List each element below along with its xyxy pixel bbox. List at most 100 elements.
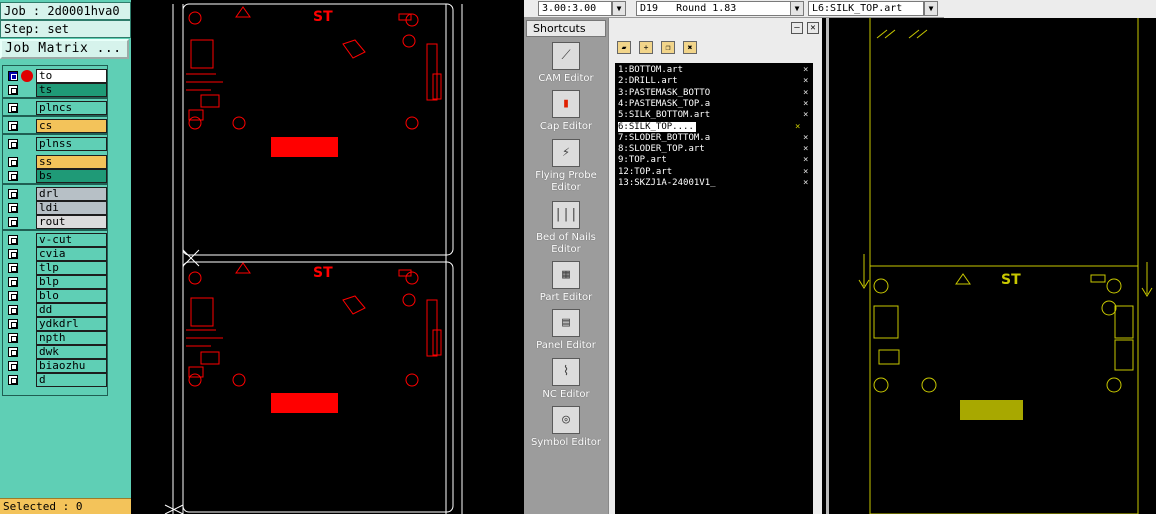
layer-row-biaozhu[interactable]: biaozhu — [4, 359, 107, 373]
delete-layer-icon[interactable]: ✖ — [683, 41, 697, 54]
layer-file-row[interactable]: 12:TOP.art × — [617, 167, 811, 178]
layer-checkbox[interactable] — [8, 103, 18, 113]
layer-name: ydkdrl — [36, 317, 107, 331]
layer-file-name: 6:SILK_TOP.... — [618, 121, 696, 132]
layer-file-name: 8:SLODER_TOP.art — [618, 144, 705, 155]
layer-row-dwk[interactable]: dwk — [4, 345, 107, 359]
nc-editor-icon: ⌇ — [552, 358, 580, 386]
layer-row-ldi[interactable]: ldi — [4, 201, 107, 215]
preview-canvas[interactable]: ST — [826, 18, 1156, 514]
remove-layer-icon[interactable]: × — [795, 122, 800, 133]
layer-checkbox[interactable] — [8, 217, 18, 227]
layer-name: dd — [36, 303, 107, 317]
shortcut-bed-of-nails[interactable]: ||| Bed of Nails Editor — [524, 201, 608, 256]
shortcut-cap-editor[interactable]: ▮ Cap Editor — [524, 90, 608, 133]
shortcut-flying-probe[interactable]: ⚡ Flying Probe Editor — [524, 139, 608, 194]
layer-row-to[interactable]: to — [4, 69, 107, 83]
layer-row-cvia[interactable]: cvia — [4, 247, 107, 261]
layer-checkbox[interactable] — [8, 361, 18, 371]
layer-checkbox[interactable] — [8, 291, 18, 301]
remove-layer-icon[interactable]: × — [803, 178, 808, 189]
layer-row-ydkdrl[interactable]: ydkdrl — [4, 317, 107, 331]
main-graphics-canvas[interactable]: ST ST — [131, 0, 524, 514]
layer-file-row[interactable]: 8:SLODER_TOP.art × — [617, 144, 811, 155]
layer-checkbox[interactable] — [8, 347, 18, 357]
copy-layer-icon[interactable]: ❐ — [661, 41, 675, 54]
layer-checkbox[interactable] — [8, 189, 18, 199]
panel-editor-icon: ▤ — [552, 309, 580, 337]
layer-row-plnss[interactable]: plnss — [4, 137, 107, 151]
selected-count: Selected : 0 — [0, 498, 131, 514]
layer-checkbox[interactable] — [8, 277, 18, 287]
layer-file-row[interactable]: 13:SKZJ1A-24001V1_ × — [617, 178, 811, 189]
layer-file-row[interactable]: 5:SILK_BOTTOM.art × — [617, 110, 811, 121]
aperture-dropdown-icon[interactable]: ▼ — [790, 1, 804, 16]
remove-layer-icon[interactable]: × — [803, 110, 808, 121]
layer-file-row[interactable]: 1:BOTTOM.art × — [617, 65, 811, 76]
layer-row-ts[interactable]: ts — [4, 83, 107, 97]
layer-checkbox[interactable] — [8, 203, 18, 213]
layer-list-panel: – ✕ ▰ + ❐ ✖ 1:BOTTOM.art × 2:DRILL.art × 3:P… — [608, 18, 822, 514]
layer-row-ss[interactable]: ss — [4, 155, 107, 169]
remove-layer-icon[interactable]: × — [803, 144, 808, 155]
layer-checkbox[interactable] — [8, 263, 18, 273]
grid-field[interactable]: 3.00:3.00 — [538, 1, 612, 16]
layer-checkbox[interactable] — [8, 171, 18, 181]
layer-checkbox[interactable] — [8, 71, 18, 81]
layer-checkbox[interactable] — [8, 249, 18, 259]
layer-file-name: 9:TOP.art — [618, 155, 667, 166]
layer-row-plncs[interactable]: plncs — [4, 101, 107, 115]
open-folder-icon[interactable]: ▰ — [617, 41, 631, 54]
layer-checkbox[interactable] — [8, 85, 18, 95]
board-drawing: ST ST — [164, 3, 463, 514]
layer-file-row[interactable]: 2:DRILL.art × — [617, 76, 811, 87]
layer-checkbox[interactable] — [8, 235, 18, 245]
grid-dropdown-icon[interactable]: ▼ — [612, 1, 626, 16]
layer-file-row[interactable]: 9:TOP.art × — [617, 155, 811, 166]
layer-row-dd[interactable]: dd — [4, 303, 107, 317]
layer-file-name: 7:SLODER_BOTTOM.a — [618, 132, 711, 143]
shortcut-part-editor[interactable]: ▦ Part Editor — [524, 261, 608, 304]
shortcut-cam-editor[interactable]: ⟋ CAM Editor — [524, 42, 608, 85]
layer-row-npth[interactable]: npth — [4, 331, 107, 345]
shortcut-label: Panel Editor — [536, 340, 596, 351]
layer-row-blp[interactable]: blp — [4, 275, 107, 289]
layer-row-tlp[interactable]: tlp — [4, 261, 107, 275]
minimize-icon[interactable]: – — [791, 22, 803, 34]
layer-name: bs — [36, 169, 107, 183]
shortcut-symbol-editor[interactable]: ◎ Symbol Editor — [524, 406, 608, 449]
layer-row-v-cut[interactable]: v-cut — [4, 233, 107, 247]
layer-dropdown-icon[interactable]: ▼ — [924, 1, 938, 16]
layer-file-row[interactable]: 7:SLODER_BOTTOM.a × — [617, 133, 811, 144]
remove-layer-icon[interactable]: × — [803, 133, 808, 144]
remove-layer-icon[interactable]: × — [803, 155, 808, 166]
layer-checkbox[interactable] — [8, 305, 18, 315]
layer-checkbox[interactable] — [8, 375, 18, 385]
layer-checkbox[interactable] — [8, 319, 18, 329]
layer-row-drl[interactable]: drl — [4, 187, 107, 201]
layer-file-row[interactable]: 6:SILK_TOP.... × — [617, 121, 811, 133]
job-matrix-button[interactable]: Job Matrix ... — [0, 39, 129, 59]
layer-checkbox[interactable] — [8, 121, 18, 131]
close-icon[interactable]: ✕ — [807, 22, 819, 34]
remove-layer-icon[interactable]: × — [803, 76, 808, 87]
layer-file-row[interactable]: 3:PASTEMASK_BOTTO × — [617, 88, 811, 99]
layer-row-blo[interactable]: blo — [4, 289, 107, 303]
layer-row-cs[interactable]: cs — [4, 119, 107, 133]
remove-layer-icon[interactable]: × — [803, 99, 808, 110]
remove-layer-icon[interactable]: × — [803, 88, 808, 99]
layer-checkbox[interactable] — [8, 333, 18, 343]
layer-row-d[interactable]: d — [4, 373, 107, 387]
layer-checkbox[interactable] — [8, 157, 18, 167]
layer-file-row[interactable]: 4:PASTEMASK_TOP.a × — [617, 99, 811, 110]
layer-checkbox[interactable] — [8, 139, 18, 149]
shortcut-nc-editor[interactable]: ⌇ NC Editor — [524, 358, 608, 401]
layer-row-rout[interactable]: rout — [4, 215, 107, 229]
shortcut-panel-editor[interactable]: ▤ Panel Editor — [524, 309, 608, 352]
add-layer-icon[interactable]: + — [639, 41, 653, 54]
remove-layer-icon[interactable]: × — [803, 65, 808, 76]
layer-row-bs[interactable]: bs — [4, 169, 107, 183]
active-layer-field[interactable]: L6:SILK_TOP.art — [808, 1, 924, 16]
remove-layer-icon[interactable]: × — [803, 167, 808, 178]
aperture-field[interactable]: D19 Round 1.83 — [636, 1, 804, 16]
